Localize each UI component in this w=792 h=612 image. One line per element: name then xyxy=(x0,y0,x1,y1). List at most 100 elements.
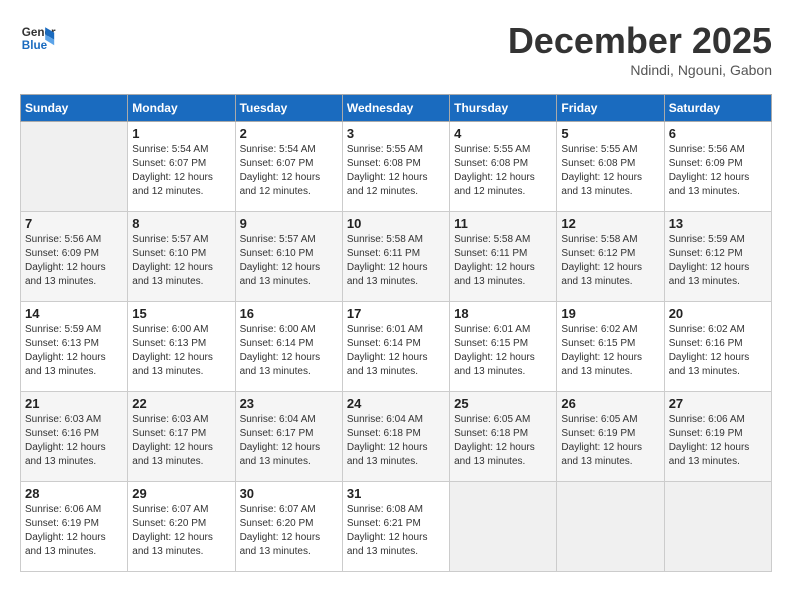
day-detail: Sunrise: 6:04 AM Sunset: 6:17 PM Dayligh… xyxy=(240,413,338,469)
day-number: 17 xyxy=(347,306,445,321)
calendar-cell: 30Sunrise: 6:07 AM Sunset: 6:20 PM Dayli… xyxy=(235,482,342,572)
header-day-sunday: Sunday xyxy=(21,95,128,122)
calendar-cell: 10 Sunrise: 5:58 AM Sunset: 6:11 PM Dayli… xyxy=(342,212,449,302)
day-number: 10 xyxy=(347,216,445,231)
day-number: 15 xyxy=(132,306,230,321)
calendar-cell: 11 Sunrise: 5:58 AM Sunset: 6:11 PM Dayli… xyxy=(450,212,557,302)
page-header: General Blue December 2025 Ndindi, Ngoun… xyxy=(20,20,772,78)
day-detail: Sunrise: 6:07 AM Sunset: 6:20 PM Dayligh… xyxy=(132,503,230,559)
month-title: December 2025 xyxy=(508,20,772,62)
day-detail: Sunrise: 5:55 AM Sunset: 6:08 PM Dayligh… xyxy=(454,143,552,199)
day-number: 30 xyxy=(240,486,338,501)
calendar-cell: 13 Sunrise: 5:59 AM Sunset: 6:12 PM Dayli… xyxy=(664,212,771,302)
calendar-cell: 8 Sunrise: 5:57 AM Sunset: 6:10 PM Daylig… xyxy=(128,212,235,302)
day-detail: Sunrise: 6:06 AM Sunset: 6:19 PM Dayligh… xyxy=(25,503,123,559)
calendar-cell: 18Sunrise: 6:01 AM Sunset: 6:15 PM Dayli… xyxy=(450,302,557,392)
day-number: 16 xyxy=(240,306,338,321)
day-detail: Sunrise: 5:58 AM Sunset: 6:11 PM Dayligh… xyxy=(347,233,445,289)
calendar-cell: 12 Sunrise: 5:58 AM Sunset: 6:12 PM Dayli… xyxy=(557,212,664,302)
calendar-cell: 1 Sunrise: 5:54 AM Sunset: 6:07 PM Daylig… xyxy=(128,122,235,212)
day-detail: Sunrise: 6:05 AM Sunset: 6:19 PM Dayligh… xyxy=(561,413,659,469)
day-detail: Sunrise: 6:06 AM Sunset: 6:19 PM Dayligh… xyxy=(669,413,767,469)
day-number: 31 xyxy=(347,486,445,501)
header-day-tuesday: Tuesday xyxy=(235,95,342,122)
day-number: 21 xyxy=(25,396,123,411)
calendar-cell: 24 Sunrise: 6:04 AM Sunset: 6:18 PM Dayli… xyxy=(342,392,449,482)
calendar-cell: 26 Sunrise: 6:05 AM Sunset: 6:19 PM Dayli… xyxy=(557,392,664,482)
calendar-week-4: 21 Sunrise: 6:03 AM Sunset: 6:16 PM Dayli… xyxy=(21,392,772,482)
day-detail: Sunrise: 5:54 AM Sunset: 6:07 PM Dayligh… xyxy=(132,143,230,199)
day-detail: Sunrise: 5:55 AM Sunset: 6:08 PM Dayligh… xyxy=(561,143,659,199)
day-number: 22 xyxy=(132,396,230,411)
header-day-wednesday: Wednesday xyxy=(342,95,449,122)
day-detail: Sunrise: 5:56 AM Sunset: 6:09 PM Dayligh… xyxy=(669,143,767,199)
day-number: 25 xyxy=(454,396,552,411)
header-day-monday: Monday xyxy=(128,95,235,122)
calendar-cell: 28 Sunrise: 6:06 AM Sunset: 6:19 PM Dayli… xyxy=(21,482,128,572)
title-area: December 2025 Ndindi, Ngouni, Gabon xyxy=(508,20,772,78)
calendar-cell xyxy=(450,482,557,572)
calendar-cell: 23 Sunrise: 6:04 AM Sunset: 6:17 PM Dayli… xyxy=(235,392,342,482)
day-detail: Sunrise: 6:04 AM Sunset: 6:18 PM Dayligh… xyxy=(347,413,445,469)
calendar-week-5: 28 Sunrise: 6:06 AM Sunset: 6:19 PM Dayli… xyxy=(21,482,772,572)
day-detail: Sunrise: 5:58 AM Sunset: 6:11 PM Dayligh… xyxy=(454,233,552,289)
day-detail: Sunrise: 6:02 AM Sunset: 6:15 PM Dayligh… xyxy=(561,323,659,379)
day-detail: Sunrise: 6:01 AM Sunset: 6:14 PM Dayligh… xyxy=(347,323,445,379)
day-detail: Sunrise: 5:58 AM Sunset: 6:12 PM Dayligh… xyxy=(561,233,659,289)
day-detail: Sunrise: 6:03 AM Sunset: 6:17 PM Dayligh… xyxy=(132,413,230,469)
day-number: 14 xyxy=(25,306,123,321)
calendar-cell: 2 Sunrise: 5:54 AM Sunset: 6:07 PM Daylig… xyxy=(235,122,342,212)
day-number: 11 xyxy=(454,216,552,231)
day-detail: Sunrise: 5:57 AM Sunset: 6:10 PM Dayligh… xyxy=(132,233,230,289)
day-detail: Sunrise: 5:54 AM Sunset: 6:07 PM Dayligh… xyxy=(240,143,338,199)
day-number: 2 xyxy=(240,126,338,141)
day-number: 6 xyxy=(669,126,767,141)
day-detail: Sunrise: 6:03 AM Sunset: 6:16 PM Dayligh… xyxy=(25,413,123,469)
day-detail: Sunrise: 5:59 AM Sunset: 6:13 PM Dayligh… xyxy=(25,323,123,379)
calendar-cell: 3Sunrise: 5:55 AM Sunset: 6:08 PM Daylig… xyxy=(342,122,449,212)
day-detail: Sunrise: 6:00 AM Sunset: 6:13 PM Dayligh… xyxy=(132,323,230,379)
calendar-cell: 19 Sunrise: 6:02 AM Sunset: 6:15 PM Dayli… xyxy=(557,302,664,392)
calendar-table: SundayMondayTuesdayWednesdayThursdayFrid… xyxy=(20,94,772,572)
logo-icon: General Blue xyxy=(20,20,56,56)
day-number: 8 xyxy=(132,216,230,231)
day-number: 26 xyxy=(561,396,659,411)
header-day-saturday: Saturday xyxy=(664,95,771,122)
day-number: 7 xyxy=(25,216,123,231)
day-number: 24 xyxy=(347,396,445,411)
calendar-cell xyxy=(664,482,771,572)
calendar-cell: 25Sunrise: 6:05 AM Sunset: 6:18 PM Dayli… xyxy=(450,392,557,482)
calendar-cell: 31Sunrise: 6:08 AM Sunset: 6:21 PM Dayli… xyxy=(342,482,449,572)
calendar-cell: 29 Sunrise: 6:07 AM Sunset: 6:20 PM Dayli… xyxy=(128,482,235,572)
day-number: 13 xyxy=(669,216,767,231)
day-detail: Sunrise: 5:57 AM Sunset: 6:10 PM Dayligh… xyxy=(240,233,338,289)
day-number: 5 xyxy=(561,126,659,141)
day-detail: Sunrise: 5:59 AM Sunset: 6:12 PM Dayligh… xyxy=(669,233,767,289)
calendar-week-1: 1 Sunrise: 5:54 AM Sunset: 6:07 PM Daylig… xyxy=(21,122,772,212)
day-detail: Sunrise: 6:01 AM Sunset: 6:15 PM Dayligh… xyxy=(454,323,552,379)
header-day-thursday: Thursday xyxy=(450,95,557,122)
header-day-friday: Friday xyxy=(557,95,664,122)
day-number: 28 xyxy=(25,486,123,501)
svg-text:Blue: Blue xyxy=(22,39,48,52)
calendar-cell: 27Sunrise: 6:06 AM Sunset: 6:19 PM Dayli… xyxy=(664,392,771,482)
logo: General Blue xyxy=(20,20,56,56)
calendar-cell: 17 Sunrise: 6:01 AM Sunset: 6:14 PM Dayli… xyxy=(342,302,449,392)
calendar-cell: 14 Sunrise: 5:59 AM Sunset: 6:13 PM Dayli… xyxy=(21,302,128,392)
calendar-cell: 22 Sunrise: 6:03 AM Sunset: 6:17 PM Dayli… xyxy=(128,392,235,482)
day-number: 1 xyxy=(132,126,230,141)
day-number: 12 xyxy=(561,216,659,231)
day-detail: Sunrise: 6:00 AM Sunset: 6:14 PM Dayligh… xyxy=(240,323,338,379)
day-detail: Sunrise: 5:56 AM Sunset: 6:09 PM Dayligh… xyxy=(25,233,123,289)
day-number: 20 xyxy=(669,306,767,321)
calendar-cell: 16 Sunrise: 6:00 AM Sunset: 6:14 PM Dayli… xyxy=(235,302,342,392)
day-number: 23 xyxy=(240,396,338,411)
calendar-week-3: 14 Sunrise: 5:59 AM Sunset: 6:13 PM Dayli… xyxy=(21,302,772,392)
day-number: 4 xyxy=(454,126,552,141)
calendar-cell: 21 Sunrise: 6:03 AM Sunset: 6:16 PM Dayli… xyxy=(21,392,128,482)
calendar-cell: 6 Sunrise: 5:56 AM Sunset: 6:09 PM Daylig… xyxy=(664,122,771,212)
calendar-cell: 7 Sunrise: 5:56 AM Sunset: 6:09 PM Daylig… xyxy=(21,212,128,302)
calendar-cell: 15 Sunrise: 6:00 AM Sunset: 6:13 PM Dayli… xyxy=(128,302,235,392)
day-number: 29 xyxy=(132,486,230,501)
day-number: 19 xyxy=(561,306,659,321)
